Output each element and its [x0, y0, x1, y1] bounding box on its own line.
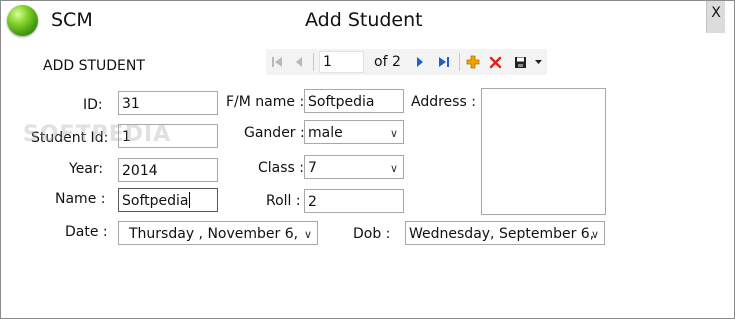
- year-label: Year:: [69, 161, 104, 177]
- address-label: Address :: [411, 94, 476, 110]
- dob-picker[interactable]: Wednesday, September 6, ∨: [405, 221, 605, 245]
- toolbar-separator: [313, 53, 314, 71]
- delete-x-icon: [489, 56, 501, 68]
- move-previous-button[interactable]: [290, 49, 308, 75]
- name-field[interactable]: Softpedia: [118, 188, 218, 212]
- student-id-label: Student Id:: [31, 130, 109, 146]
- date-label: Date :: [65, 224, 108, 240]
- move-next-button[interactable]: [411, 49, 429, 75]
- chevron-down-icon: ∨: [590, 228, 599, 241]
- add-plus-icon: [466, 55, 480, 69]
- move-next-icon: [417, 57, 423, 67]
- gander-select[interactable]: male ∨: [304, 120, 404, 144]
- save-button[interactable]: [509, 49, 531, 75]
- text-caret: [189, 192, 191, 208]
- fm-name-label: F/M name :: [226, 94, 305, 110]
- fm-name-field[interactable]: Softpedia: [304, 89, 404, 113]
- name-label: Name :: [55, 191, 106, 207]
- date-value: Thursday , November 6,: [129, 226, 299, 242]
- chevron-down-icon: ∨: [303, 228, 312, 241]
- roll-label: Roll :: [266, 193, 301, 209]
- gander-label: Gander :: [244, 125, 305, 141]
- id-field[interactable]: 31: [118, 91, 218, 115]
- add-student-window: SCM Add Student X ADD STUDENT 1 of 2 ID:…: [0, 0, 735, 319]
- save-disk-icon: [514, 56, 526, 68]
- app-name: SCM: [51, 9, 93, 31]
- position-input[interactable]: 1: [319, 51, 364, 73]
- student-id-field[interactable]: 1: [118, 124, 218, 148]
- chevron-down-icon: ∨: [389, 127, 398, 140]
- add-new-button[interactable]: [464, 49, 482, 75]
- name-value: Softpedia: [122, 193, 189, 209]
- toolbar-separator: [459, 53, 460, 71]
- move-last-icon: [439, 57, 449, 67]
- close-button[interactable]: X: [706, 1, 725, 33]
- move-first-button[interactable]: [268, 49, 286, 75]
- save-dropdown-button[interactable]: [532, 49, 544, 75]
- id-label: ID:: [83, 97, 103, 113]
- record-count-label: of 2: [374, 54, 401, 70]
- section-title: ADD STUDENT: [43, 58, 145, 74]
- gander-value: male: [308, 125, 343, 141]
- move-last-button[interactable]: [435, 49, 453, 75]
- dob-label: Dob :: [353, 226, 391, 242]
- app-orb-icon[interactable]: [7, 5, 38, 36]
- window-title: Add Student: [305, 9, 423, 31]
- class-value: 7: [308, 160, 317, 176]
- roll-field[interactable]: 2: [304, 189, 404, 213]
- address-textarea[interactable]: [481, 88, 606, 215]
- year-field[interactable]: 2014: [118, 158, 218, 182]
- delete-button[interactable]: [486, 49, 504, 75]
- dropdown-arrow-icon: [534, 59, 542, 64]
- dob-value: Wednesday, September 6,: [409, 226, 595, 242]
- chevron-down-icon: ∨: [389, 162, 398, 175]
- date-picker[interactable]: Thursday , November 6, ∨: [118, 221, 318, 245]
- move-previous-icon: [296, 57, 302, 67]
- move-first-icon: [272, 57, 282, 67]
- class-label: Class :: [258, 160, 304, 176]
- class-select[interactable]: 7 ∨: [304, 155, 404, 179]
- record-navigator-toolbar: 1 of 2: [266, 49, 547, 75]
